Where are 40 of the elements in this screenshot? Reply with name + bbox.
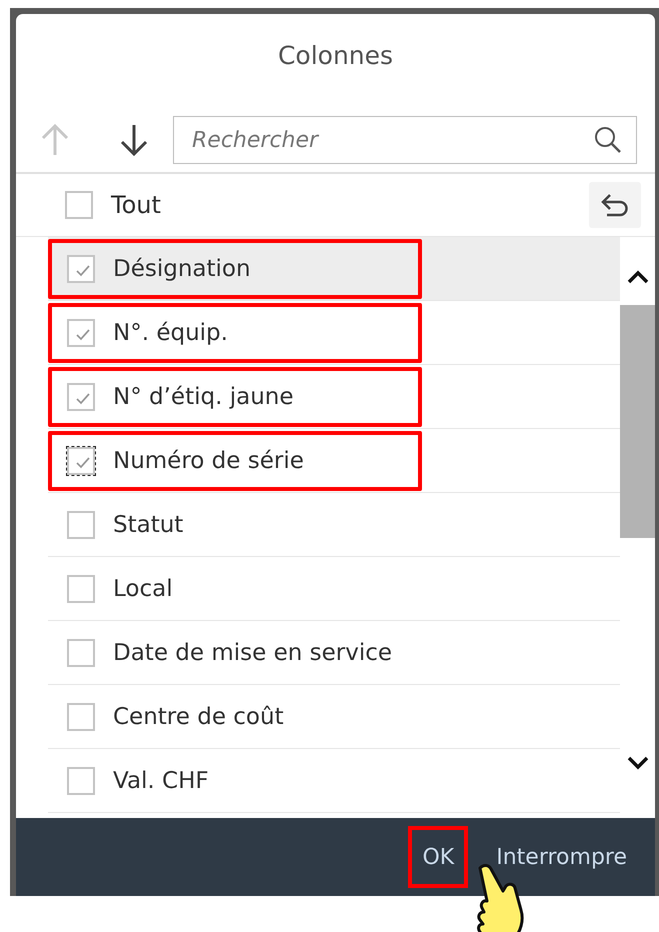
column-label: Statut [113, 512, 184, 538]
checkbox[interactable] [67, 318, 95, 346]
column-label: Local [113, 576, 173, 602]
list-row[interactable]: N°. équip. [48, 301, 620, 365]
checkbox[interactable] [67, 510, 95, 538]
column-label: N°. équip. [113, 320, 228, 346]
select-all-label: Tout [111, 191, 162, 219]
search-field[interactable]: Rechercher [173, 116, 637, 164]
chevron-down-icon[interactable] [626, 755, 650, 771]
checkbox[interactable] [65, 191, 93, 219]
reset-button[interactable] [589, 182, 641, 228]
arrow-down-icon[interactable] [119, 123, 149, 157]
list-row[interactable]: Centre de coût [48, 685, 620, 749]
dialog-title: Colonnes [278, 40, 394, 70]
chevron-up-icon[interactable] [626, 269, 650, 285]
list-row[interactable]: Statut [48, 493, 620, 557]
ok-button[interactable]: OK [408, 826, 468, 888]
list-row[interactable]: Numéro de série [48, 429, 620, 493]
scrollbar-thumb[interactable] [620, 305, 655, 538]
undo-icon [600, 192, 630, 218]
checkbox[interactable] [67, 254, 95, 282]
checkbox[interactable] [67, 766, 95, 794]
search-icon[interactable] [593, 125, 623, 155]
list-row[interactable]: Désignation [48, 237, 620, 301]
list-row[interactable]: N° d’étiq. jaune [48, 365, 620, 429]
list-row[interactable]: Local [48, 557, 620, 621]
checkbox[interactable] [67, 446, 95, 474]
column-label: N° d’étiq. jaune [113, 384, 294, 410]
checkbox[interactable] [67, 702, 95, 730]
cancel-button[interactable]: Interrompre [482, 826, 641, 888]
checkbox[interactable] [67, 574, 95, 602]
column-label: Désignation [113, 256, 251, 282]
list-row[interactable]: Val. CHF [48, 749, 620, 813]
column-label: Numéro de série [113, 448, 304, 474]
column-label: Centre de coût [113, 704, 284, 730]
list-row[interactable]: Date de mise en service [48, 621, 620, 685]
column-label: Val. CHF [113, 768, 209, 794]
checkbox[interactable] [67, 638, 95, 666]
checkbox[interactable] [67, 382, 95, 410]
column-label: Date de mise en service [113, 640, 392, 666]
